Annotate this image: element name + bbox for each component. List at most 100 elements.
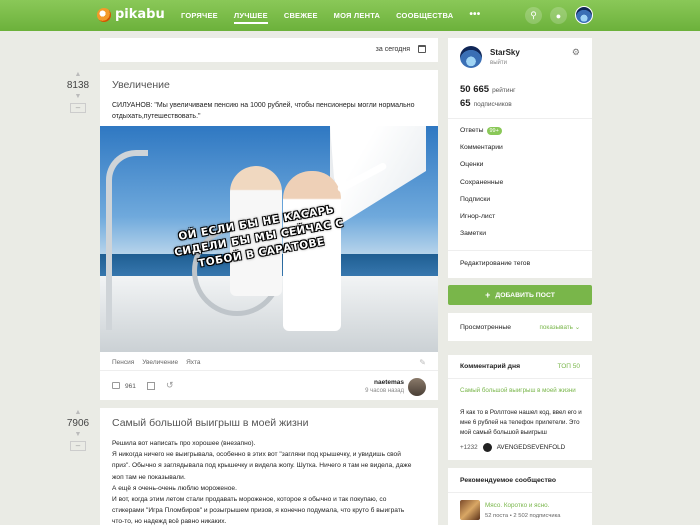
post-tags: Пенсия Увеличение Яхта <box>112 359 200 366</box>
rating-value: 8138 <box>66 80 90 91</box>
comment-meta: +1232 AVENGEDSEVENFOLD <box>460 443 565 452</box>
menu-label: Ответы <box>460 127 484 134</box>
text-line: стикерами "Игра Пломбиров" и розыгрышем … <box>112 507 405 515</box>
comment-of-day-heading: Комментарий дня <box>460 363 521 370</box>
add-post-label: ДОБАВИТЬ ПОСТ <box>495 291 555 299</box>
rating-number: 50 665 <box>460 84 490 95</box>
edit-icon[interactable]: ✎ <box>419 358 426 367</box>
profile-card: StarSky выйти ⚙ 50 665 рейтинг 65 подписчи… <box>448 38 592 278</box>
edit-tags-link[interactable]: Редактирование тегов <box>460 260 530 267</box>
commenter-avatar[interactable] <box>482 443 492 452</box>
subscribers-number: 65 <box>460 98 471 109</box>
profile-name[interactable]: StarSky <box>490 48 520 57</box>
sort-bar: за сегодня <box>100 38 438 62</box>
menu-item-ratings[interactable]: Оценки <box>460 161 503 178</box>
upvote-icon[interactable]: ▲ <box>63 71 93 78</box>
recommended-heading: Рекомендуемое сообщество <box>460 477 557 484</box>
commenter-name[interactable]: AVENGEDSEVENFOLD <box>497 444 565 451</box>
profile-menu: Ответы 99+ Комментарии Оценки Сохраненные… <box>460 127 503 247</box>
comments-count[interactable]: 961 <box>125 383 136 390</box>
menu-item-saved[interactable]: Сохраненные <box>460 179 503 196</box>
text-line: Я никогда ничего не выигрывала, особенно… <box>112 451 401 459</box>
more-menu-icon[interactable]: ••• <box>469 10 480 24</box>
community-name[interactable]: Мясо. Коротко и ясно. <box>485 502 549 509</box>
top-50-link[interactable]: ТОП 50 <box>558 363 580 370</box>
divider <box>448 250 592 251</box>
divider <box>448 492 592 493</box>
divider <box>448 378 592 379</box>
post-rating: ▲ 8138 ▼ – <box>63 71 93 113</box>
calendar-icon[interactable] <box>418 45 426 53</box>
nav-hot[interactable]: ГОРЯЧЕЕ <box>181 11 218 24</box>
nav-fresh[interactable]: СВЕЖЕЕ <box>284 11 318 24</box>
comment-score: +1232 <box>460 444 478 451</box>
downvote-icon[interactable]: ▼ <box>63 93 93 100</box>
post: Самый большой выигрыш в моей жизни Решил… <box>100 408 438 525</box>
downvote-icon[interactable]: ▼ <box>63 431 93 438</box>
tag[interactable]: Яхта <box>186 359 200 366</box>
menu-item-subscriptions[interactable]: Подписки <box>460 196 503 213</box>
plus-icon: + <box>485 290 491 300</box>
text-line: что-то, но надежд всё равно никаких. <box>112 518 227 525</box>
collapse-button[interactable]: – <box>70 103 86 113</box>
author-name[interactable]: naetemas <box>374 379 404 386</box>
community-subscribers: 2 502 подписчика <box>513 513 561 519</box>
collapse-button[interactable]: – <box>70 441 86 451</box>
text-line: И вот, когда этим летом стали продавать … <box>112 496 387 504</box>
divider <box>448 118 592 119</box>
period-selector[interactable]: за сегодня <box>376 46 410 53</box>
text-line: А ещё я очень-очень люблю мороженое. <box>112 484 237 492</box>
comments-icon[interactable] <box>112 382 120 389</box>
add-post-button[interactable]: + ДОБАВИТЬ ПОСТ <box>448 285 592 305</box>
logout-link[interactable]: выйти <box>490 60 507 66</box>
profile-avatar[interactable] <box>460 46 482 68</box>
subscribers-label: подписчиков <box>473 101 512 108</box>
post-rating: ▲ 7906 ▼ – <box>63 409 93 451</box>
comment-post-link[interactable]: Самый большой выигрыш в моей жизни <box>460 386 584 396</box>
gear-icon[interactable]: ⚙ <box>572 47 580 58</box>
rating-stat: 50 665 рейтинг <box>460 84 516 95</box>
nav-best[interactable]: ЛУЧШЕЕ <box>233 11 268 24</box>
subscribers-stat: 65 подписчиков <box>460 98 512 109</box>
share-icon[interactable]: ↺ <box>166 380 174 391</box>
answers-badge: 99+ <box>486 127 502 135</box>
nav-communities[interactable]: СООБЩЕСТВА <box>396 11 453 24</box>
pikabu-logo-icon <box>97 7 111 22</box>
post-text: Решила вот написать про хорошее (внезапн… <box>112 438 430 525</box>
menu-item-comments[interactable]: Комментарии <box>460 144 503 161</box>
tag[interactable]: Увеличение <box>142 359 178 366</box>
rail <box>106 150 148 330</box>
logo-text: pikabu <box>115 7 165 22</box>
community-image[interactable] <box>460 500 480 520</box>
tag[interactable]: Пенсия <box>112 359 134 366</box>
post: Увеличение СИЛУАНОВ: "Мы увеличиваем пен… <box>100 70 438 400</box>
comment-text: Я как то в Роллтоне нашел код, ввел его … <box>460 409 582 436</box>
text-line: Решила вот написать про хорошее (внезапн… <box>112 440 256 447</box>
text-line: приз". Обычно я заглядывала под крышечку… <box>112 462 412 470</box>
upvote-icon[interactable]: ▲ <box>63 409 93 416</box>
post-footer: 961 ↺ naetemas 9 часов назад <box>100 370 438 400</box>
viewed-toggle[interactable]: показывать ⌄ <box>540 324 580 331</box>
menu-item-answers[interactable]: Ответы 99+ <box>460 127 503 144</box>
nav-my-feed[interactable]: МОЯ ЛЕНТА <box>334 11 380 24</box>
rating-value: 7906 <box>66 418 90 429</box>
user-avatar[interactable] <box>575 6 593 24</box>
save-icon[interactable] <box>147 382 155 390</box>
community-meta: 52 поста • 2 502 подписчика <box>485 513 561 519</box>
post-title[interactable]: Увеличение <box>112 79 170 91</box>
chevron-down-icon: ⌄ <box>574 324 580 331</box>
text-line: жоп там не показывали. <box>112 473 186 481</box>
menu-item-ignore-list[interactable]: Игнор-лист <box>460 213 503 230</box>
post-image[interactable]: ОЙ ЕСЛИ БЫ НЕ КАСАРЬ СИДЕЛИ БЫ МЫ СЕЙЧАС… <box>100 126 438 352</box>
recommended-community: Рекомендуемое сообщество Мясо. Коротко и… <box>448 468 592 525</box>
search-icon[interactable]: ⚲ <box>525 7 542 24</box>
comment-of-day: Комментарий дня ТОП 50 Самый большой выи… <box>448 355 592 460</box>
logo[interactable]: pikabu <box>97 7 165 22</box>
post-time: 9 часов назад <box>365 388 404 394</box>
bell-icon[interactable]: ● <box>550 7 567 24</box>
viewed-panel: Просмотренные показывать ⌄ <box>448 313 592 341</box>
viewed-toggle-label: показывать <box>539 324 573 331</box>
post-title[interactable]: Самый большой выигрыш в моей жизни <box>112 417 308 429</box>
author-avatar[interactable] <box>408 378 426 396</box>
menu-item-notes[interactable]: Заметки <box>460 230 503 247</box>
